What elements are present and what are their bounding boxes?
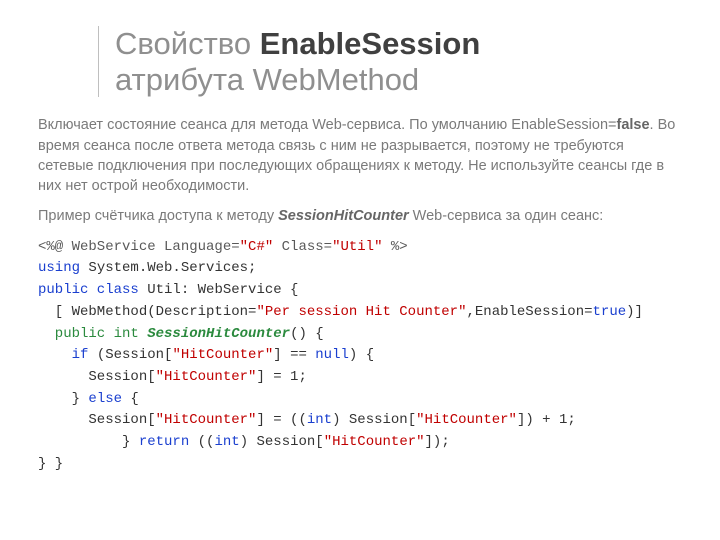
c5b: SessionHitCounter: [139, 326, 290, 342]
c6c: "HitCounter": [172, 347, 273, 363]
c10a: }: [38, 434, 139, 450]
c1b: "C#": [240, 239, 274, 255]
title-line2: атрибута WebMethod: [115, 62, 419, 97]
c9g: ]) + 1;: [517, 412, 576, 428]
p2-meth: SessionHitCounter: [278, 208, 409, 224]
c10c: ((: [189, 434, 214, 450]
c8b: else: [88, 391, 122, 407]
c10e: ) Session[: [240, 434, 324, 450]
c7b: "HitCounter": [156, 369, 257, 385]
c11: } }: [38, 456, 63, 472]
c3b: Util: WebService {: [139, 282, 299, 298]
c10d: int: [214, 434, 239, 450]
c4c: ,EnableSession=: [466, 304, 592, 320]
c5c: () {: [290, 326, 324, 342]
code-block: <%@ WebService Language="C#" Class="Util…: [38, 237, 682, 476]
c3a: public class: [38, 282, 139, 298]
c10g: ]);: [425, 434, 450, 450]
c6e: null: [315, 347, 349, 363]
c9e: ) Session[: [332, 412, 416, 428]
title-strong: EnableSession: [260, 26, 481, 61]
c6a: if: [38, 347, 88, 363]
c10b: return: [139, 434, 189, 450]
c7c: ] = 1;: [256, 369, 306, 385]
c1d: "Util": [332, 239, 382, 255]
c9f: "HitCounter": [416, 412, 517, 428]
c2a: using: [38, 260, 80, 276]
c9c: ] = ((: [256, 412, 306, 428]
c9b: "HitCounter": [156, 412, 257, 428]
p2-t1: Пример счётчика доступа к методу: [38, 208, 278, 224]
c2b: System.Web.Services;: [80, 260, 256, 276]
description-paragraph-1: Включает состояние сеанса для метода Web…: [38, 115, 682, 196]
title-pre: Свойство: [115, 26, 260, 61]
page-title: Свойство EnableSession атрибута WebMetho…: [115, 26, 682, 97]
c1a: <%@ WebService Language=: [38, 239, 240, 255]
c1e: %>: [382, 239, 407, 255]
p1-false: false: [616, 117, 649, 133]
c4d: true: [593, 304, 627, 320]
c4e: )]: [626, 304, 643, 320]
c5a: public int: [38, 326, 139, 342]
c6f: ) {: [349, 347, 374, 363]
title-block: Свойство EnableSession атрибута WebMetho…: [98, 26, 682, 97]
p1-t1: Включает состояние сеанса для метода Web…: [38, 117, 616, 133]
c8c: {: [122, 391, 139, 407]
c10f: "HitCounter": [324, 434, 425, 450]
c4a: [ WebMethod(Description=: [38, 304, 256, 320]
c4b: "Per session Hit Counter": [256, 304, 466, 320]
c1c: Class=: [273, 239, 332, 255]
c6d: ] ==: [273, 347, 315, 363]
p2-t2: Web-сервиса за один сеанс:: [409, 208, 604, 224]
c9a: Session[: [38, 412, 156, 428]
c9d: int: [307, 412, 332, 428]
c6b: (Session[: [88, 347, 172, 363]
description-paragraph-2: Пример счётчика доступа к методу Session…: [38, 206, 682, 226]
c8a: }: [38, 391, 88, 407]
c7a: Session[: [38, 369, 156, 385]
slide: Свойство EnableSession атрибута WebMetho…: [0, 0, 720, 475]
